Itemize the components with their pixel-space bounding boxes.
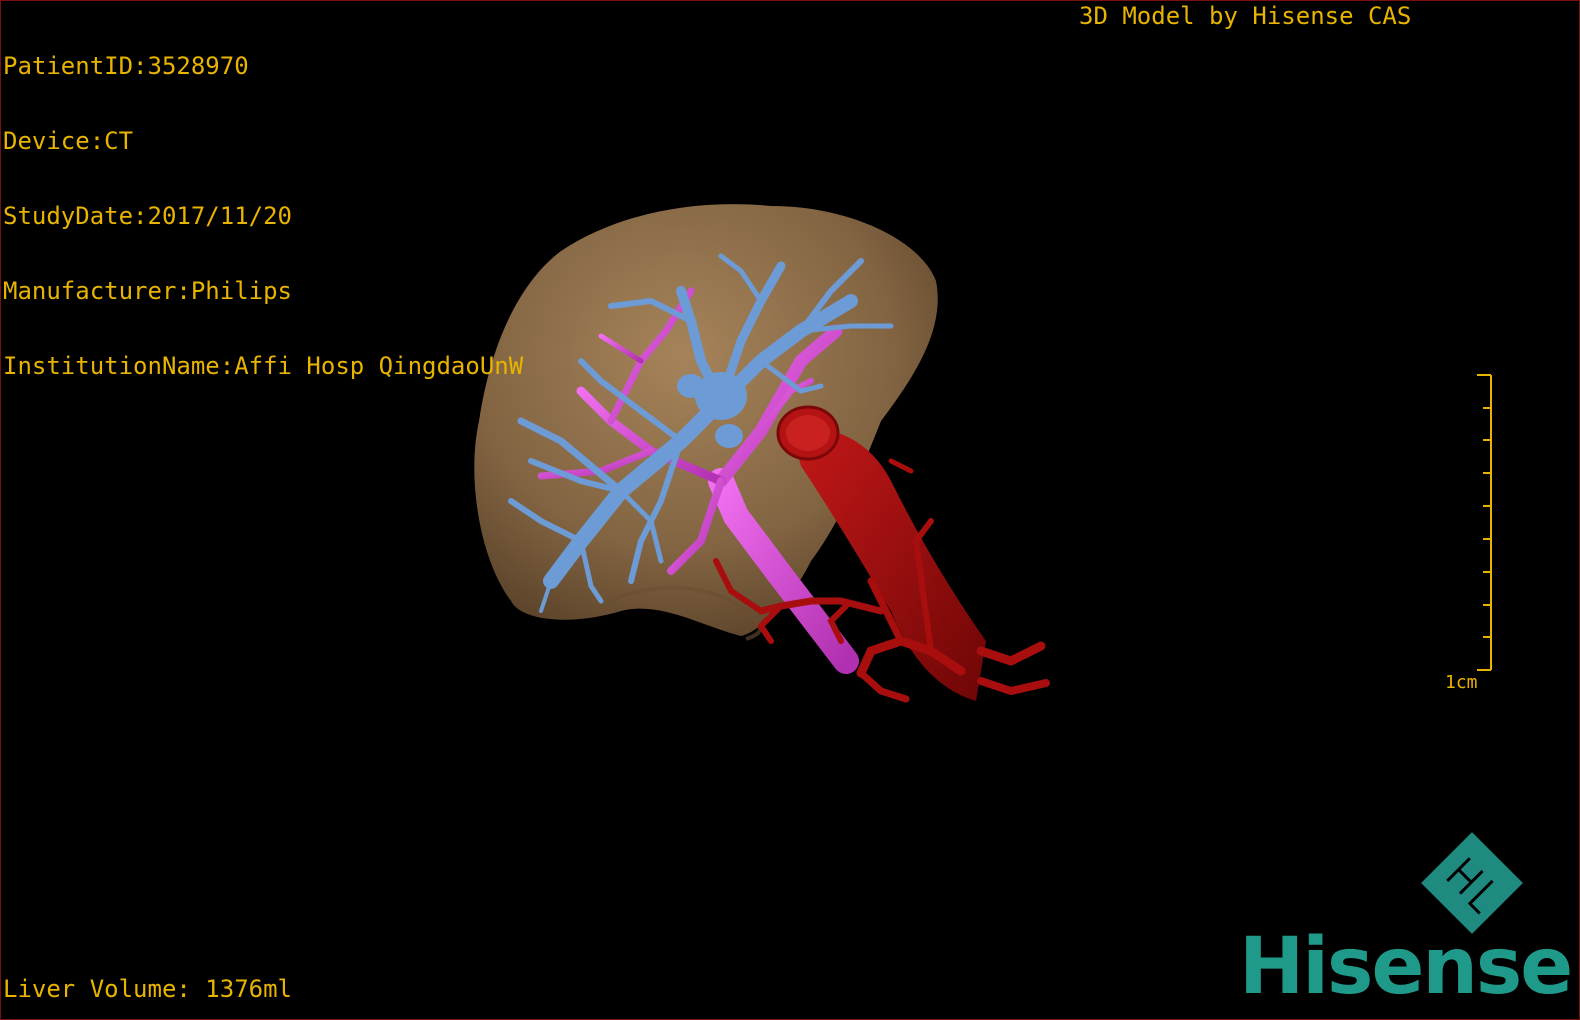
patient-info-overlay: PatientID:3528970 Device:CT StudyDate:20… <box>3 4 523 429</box>
institution-text: InstitutionName:Affi Hosp QingdaoUnW <box>3 352 524 380</box>
scale-bar <box>1477 374 1492 671</box>
hisense-logo-text: Hisense <box>1239 922 1573 1012</box>
liver-volume-text: Liver Volume: 1376ml <box>3 975 292 1003</box>
device-text: Device:CT <box>3 127 134 155</box>
3d-viewport[interactable]: PatientID:3528970 Device:CT StudyDate:20… <box>0 0 1580 1020</box>
manufacturer-text: Manufacturer:Philips <box>3 277 292 305</box>
study-date-text: StudyDate:2017/11/20 <box>3 202 292 230</box>
patient-id-text: PatientID:3528970 <box>3 52 249 80</box>
scale-bar-label: 1cm <box>1445 672 1478 693</box>
model-credit-text: 3D Model by Hisense CAS <box>1079 2 1412 30</box>
